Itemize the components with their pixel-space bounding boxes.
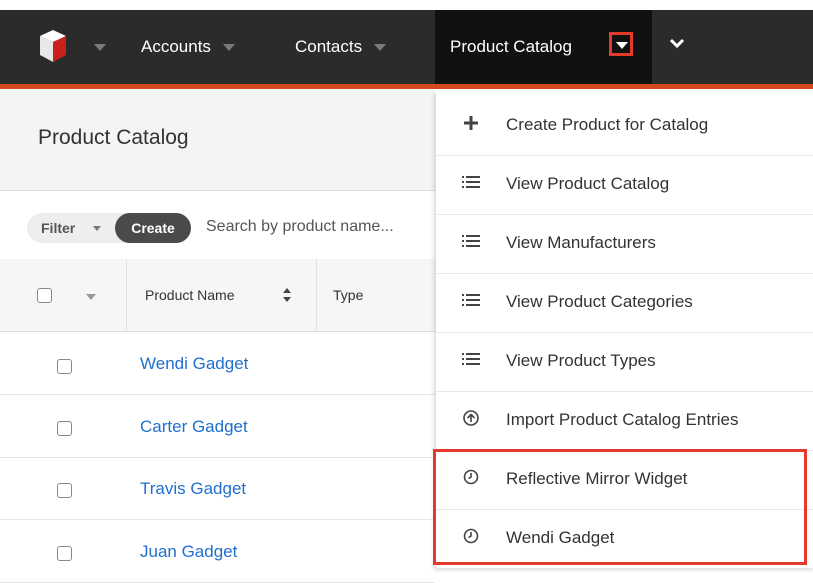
chevron-down-icon[interactable] (374, 43, 387, 51)
menu-item-label: View Product Catalog (506, 174, 670, 193)
menu-item-view-manufacturers[interactable]: View Manufacturers (435, 214, 813, 274)
chevron-down-icon (93, 226, 101, 231)
list-icon (462, 176, 480, 188)
row-checkbox[interactable] (57, 483, 72, 498)
recently-viewed-highlight (433, 449, 807, 565)
row-checkbox[interactable] (57, 359, 72, 374)
filter-label: Filter (41, 220, 76, 236)
column-header-type[interactable]: Type (333, 287, 363, 303)
nav-product-catalog-label[interactable]: Product Catalog (450, 10, 572, 84)
import-icon (463, 410, 479, 426)
column-divider (126, 259, 127, 331)
nav-contacts[interactable]: Contacts (295, 10, 387, 84)
product-catalog-dropdown-toggle[interactable] (609, 32, 633, 56)
menu-item-view-product-catalog[interactable]: View Product Catalog (435, 155, 813, 215)
top-navbar (0, 10, 813, 84)
plus-icon (464, 116, 478, 130)
product-link[interactable]: Travis Gadget (140, 479, 246, 499)
chevron-down-icon[interactable] (86, 294, 96, 300)
menu-item-label: Import Product Catalog Entries (506, 410, 739, 429)
column-divider (316, 259, 317, 331)
menu-item-label: View Product Types (506, 351, 656, 370)
nav-accounts[interactable]: Accounts (141, 10, 235, 84)
create-button[interactable]: Create (115, 213, 191, 243)
nav-accounts-label: Accounts (141, 37, 211, 56)
menu-item-create-product[interactable]: Create Product for Catalog (435, 96, 813, 156)
row-checkbox[interactable] (57, 421, 72, 436)
column-header-product-name[interactable]: Product Name (145, 287, 234, 303)
more-modules-chevron-icon[interactable] (668, 34, 686, 52)
top-strip (0, 0, 813, 10)
chevron-down-icon (94, 43, 106, 51)
nav-contacts-label: Contacts (295, 37, 363, 56)
caret-down-icon (616, 42, 628, 49)
product-link[interactable]: Juan Gadget (140, 542, 237, 562)
menu-item-view-product-categories[interactable]: View Product Categories (435, 273, 813, 333)
sort-icon[interactable] (282, 287, 292, 303)
list-icon (462, 353, 480, 365)
list-icon (462, 294, 480, 306)
menu-item-view-product-types[interactable]: View Product Types (435, 332, 813, 392)
product-link[interactable]: Wendi Gadget (140, 354, 248, 374)
menu-item-label: Create Product for Catalog (506, 115, 709, 134)
select-all-checkbox[interactable] (37, 288, 52, 303)
search-input[interactable]: Search by product name... (206, 218, 434, 236)
menu-item-import-entries[interactable]: Import Product Catalog Entries (435, 391, 813, 451)
sugar-cube-logo-icon[interactable] (38, 28, 68, 64)
logo-dropdown[interactable] (82, 10, 106, 84)
page-title: Product Catalog (38, 126, 189, 149)
menu-item-label: View Product Categories (506, 292, 693, 311)
product-link[interactable]: Carter Gadget (140, 417, 248, 437)
menu-item-label: View Manufacturers (506, 233, 656, 252)
list-icon (462, 235, 480, 247)
chevron-down-icon[interactable] (222, 43, 235, 51)
row-checkbox[interactable] (57, 546, 72, 561)
